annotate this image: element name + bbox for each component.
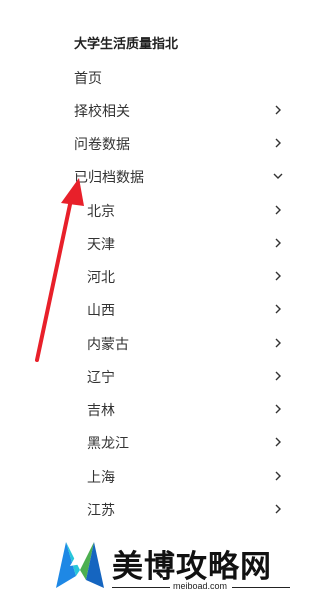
chevron-right-icon	[272, 204, 284, 216]
nav-item-home[interactable]: 首页	[0, 65, 300, 91]
chevron-right-icon	[272, 270, 284, 282]
nav-subitem-liaoning[interactable]: 辽宁	[0, 364, 300, 390]
nav-item-label: 问卷数据	[74, 137, 130, 153]
nav-subitem-label: 内蒙古	[87, 337, 129, 353]
watermark-divider	[232, 587, 290, 588]
chevron-right-icon	[272, 370, 284, 382]
nav-item-label: 已归档数据	[74, 170, 144, 186]
nav-subitem-label: 江苏	[87, 503, 115, 519]
nav-subitem-heilongjiang[interactable]: 黑龙江	[0, 430, 300, 456]
nav-title: 大学生活质量指北	[74, 37, 179, 52]
nav-item-archived-data[interactable]: 已归档数据	[0, 164, 300, 190]
nav-subitem-label: 上海	[87, 470, 115, 486]
nav-subitem-tianjin[interactable]: 天津	[0, 231, 300, 257]
chevron-right-icon	[272, 104, 284, 116]
chevron-right-icon	[272, 403, 284, 415]
nav-item-survey-data[interactable]: 问卷数据	[0, 131, 300, 157]
nav-subitem-inner-mongolia[interactable]: 内蒙古	[0, 331, 300, 357]
watermark-name: 美博攻略网	[112, 549, 272, 585]
nav-subitem-label: 天津	[87, 237, 115, 253]
nav-item-label: 择校相关	[74, 104, 130, 120]
nav-subitem-shanghai[interactable]: 上海	[0, 464, 300, 490]
chevron-right-icon	[272, 303, 284, 315]
chevron-right-icon	[272, 470, 284, 482]
nav-subitem-shanxi[interactable]: 山西	[0, 297, 300, 323]
chevron-right-icon	[272, 436, 284, 448]
nav-subitem-jiangsu[interactable]: 江苏	[0, 497, 300, 523]
nav-subitem-label: 黑龙江	[87, 436, 129, 452]
brand-logo-icon	[56, 542, 104, 588]
chevron-right-icon	[272, 503, 284, 515]
watermark-logo: 美博攻略网 meiboad.com	[52, 536, 292, 596]
nav-subitem-label: 辽宁	[87, 370, 115, 386]
chevron-right-icon	[272, 337, 284, 349]
chevron-right-icon	[272, 237, 284, 249]
nav-item-school-selection[interactable]: 择校相关	[0, 98, 300, 124]
nav-subitem-label: 山西	[87, 303, 115, 319]
nav-subitem-beijing[interactable]: 北京	[0, 198, 300, 224]
nav-subitem-label: 河北	[87, 270, 115, 286]
nav-subitem-hebei[interactable]: 河北	[0, 264, 300, 290]
nav-item-label: 首页	[74, 71, 102, 87]
nav-subitem-label: 北京	[87, 204, 115, 220]
nav-subitem-label: 吉林	[87, 403, 115, 419]
chevron-down-icon	[272, 170, 284, 182]
watermark-divider	[112, 587, 170, 588]
nav-subitem-jilin[interactable]: 吉林	[0, 397, 300, 423]
chevron-right-icon	[272, 137, 284, 149]
watermark-url: meiboad.com	[173, 581, 228, 591]
